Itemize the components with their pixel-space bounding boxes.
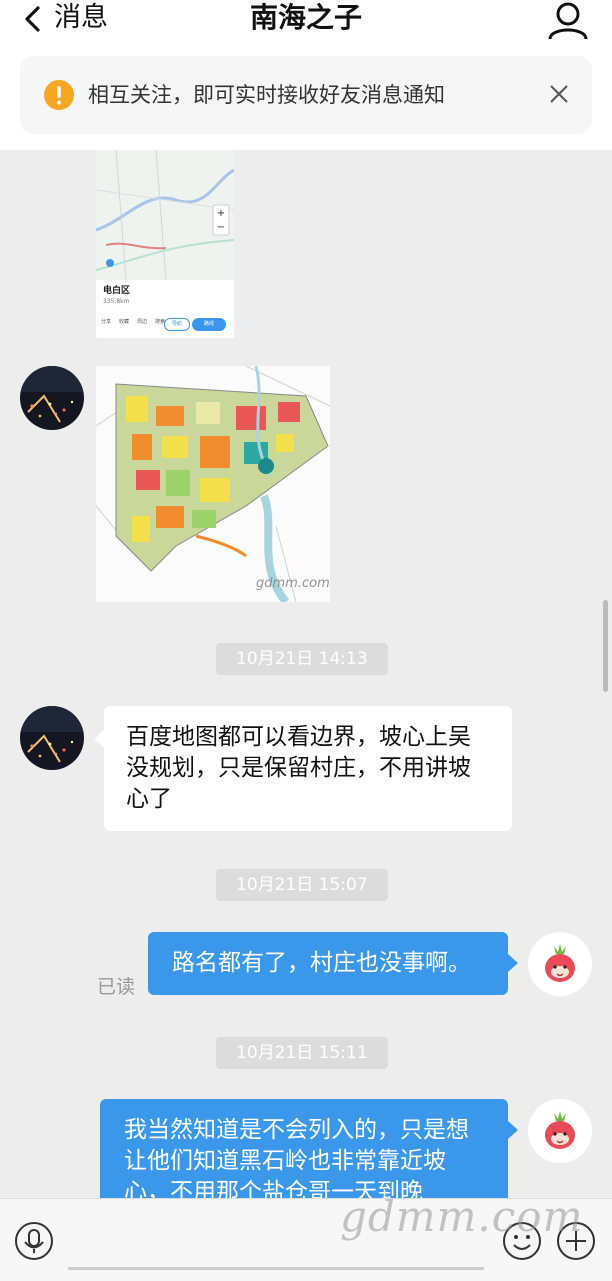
- land-plan-image[interactable]: gdmm.com: [96, 366, 330, 602]
- map-place-name: 电白区: [103, 286, 131, 296]
- map-action-favorite[interactable]: 收藏: [119, 318, 129, 325]
- map-screenshot-image[interactable]: + − 电白区 335.8km 分享 收藏 周边 搜索 导航 路线: [96, 150, 234, 338]
- microphone-icon[interactable]: [14, 1221, 54, 1261]
- outgoing-message-bubble[interactable]: 路名都有了，村庄也没事啊。: [148, 932, 518, 995]
- notice-text: 相互关注，即可实时接收好友消息通知: [88, 83, 445, 107]
- my-avatar[interactable]: [528, 932, 592, 996]
- contact-avatar[interactable]: [20, 366, 84, 430]
- incoming-message-bubble[interactable]: 百度地图都可以看边界，坡心上吴没规划，只是保留村庄，不用讲坡心了: [94, 706, 512, 831]
- page-title: 南海之子: [249, 1, 362, 34]
- message-input[interactable]: [68, 1267, 484, 1270]
- land-use-plan-illustration: [96, 366, 330, 602]
- timestamp: 10月21日 15:11: [216, 1037, 388, 1069]
- scrollbar[interactable]: [603, 600, 608, 692]
- map-actions: 分享 收藏 周边 搜索: [101, 318, 165, 325]
- night-city-avatar-image: [20, 366, 84, 430]
- profile-icon[interactable]: [546, 0, 590, 40]
- timestamp: 10月21日 14:13: [216, 643, 388, 675]
- plan-image-watermark: gdmm.com: [256, 576, 330, 591]
- timestamp: 10月21日 15:07: [216, 869, 388, 901]
- contact-avatar[interactable]: [20, 706, 84, 770]
- mangosteen-avatar-image: [528, 1099, 592, 1163]
- map-action-share[interactable]: 分享: [101, 318, 111, 325]
- map-nav-button[interactable]: 导航: [164, 318, 190, 331]
- warning-icon: [44, 80, 74, 110]
- mangosteen-avatar-image: [528, 932, 592, 996]
- map-action-nearby[interactable]: 周边: [137, 318, 147, 325]
- svg-text:+: +: [217, 208, 225, 219]
- top-bar: 消息 南海之子 相互关注，即可实时接收好友消息通知: [0, 0, 612, 150]
- map-distance: 335.8km: [103, 298, 130, 305]
- my-avatar[interactable]: [528, 1099, 592, 1163]
- read-status: 已读: [97, 976, 136, 998]
- night-city-avatar-image: [20, 706, 84, 770]
- close-icon[interactable]: [548, 83, 570, 105]
- map-route-button[interactable]: 路线: [192, 318, 226, 331]
- svg-text:−: −: [217, 222, 225, 233]
- page-watermark: gdmm.com: [340, 1192, 584, 1241]
- map-illustration: + −: [96, 150, 234, 338]
- follow-notice-banner: 相互关注，即可实时接收好友消息通知: [20, 56, 592, 134]
